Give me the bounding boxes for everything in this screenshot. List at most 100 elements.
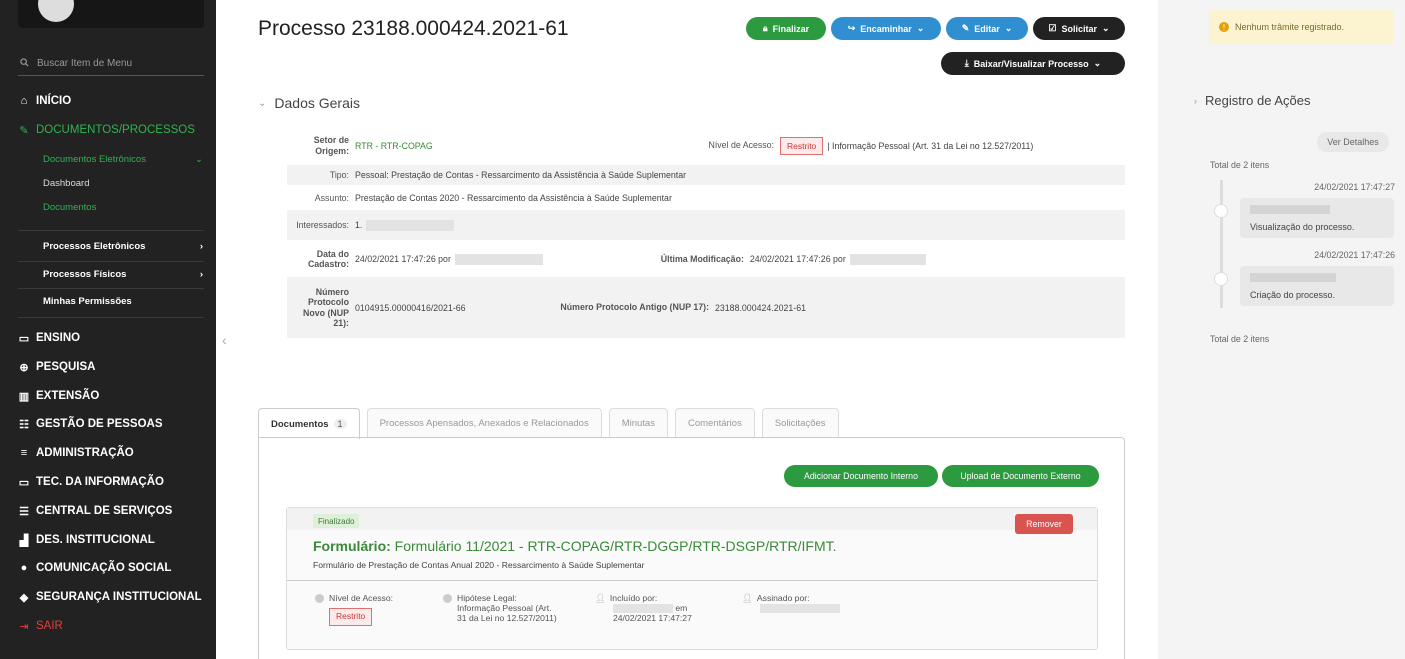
exclamation-icon: ! <box>1219 22 1229 32</box>
ultima-modificacao-value: 24/02/2021 17:47:26 por <box>749 254 846 264</box>
sidebar-item-comunicacao-social[interactable]: ● COMUNICAÇÃO SOCIAL <box>18 562 172 574</box>
meta-nivel-acesso: Nível de Acesso: Restrito <box>315 593 425 626</box>
button-label: Solicitar <box>1061 23 1098 34</box>
redacted-name <box>849 253 926 265</box>
numero-protocolo-antigo-label: Número Protocolo Antigo (NUP 17): <box>560 302 709 313</box>
data-cadastro-label: Data do Cadastro: <box>307 248 349 269</box>
finalizar-button[interactable]: 🔒︎ Finalizar <box>746 17 826 40</box>
row-setor: Setor de Origem: RTR - RTR-COPAG Nível d… <box>287 131 1125 160</box>
globe-icon: ⊕ <box>19 361 29 374</box>
sidebar-item-label: TEC. DA INFORMAÇÃO <box>36 476 164 488</box>
sidebar-sub-documentos[interactable]: Documentos <box>43 202 96 213</box>
sidebar-item-administracao[interactable]: ≡ ADMINISTRAÇÃO <box>18 447 134 459</box>
editar-button[interactable]: ✎ Editar ⌄ <box>946 17 1028 40</box>
row-tipo: Tipo: Pessoal: Prestação de Contas - Res… <box>287 165 1125 185</box>
upload-documento-externo-button[interactable]: Upload de Documento Externo <box>942 465 1099 487</box>
meta-hipotese-legal: Hipótese Legal: Informação Pessoal (Art.… <box>443 593 573 624</box>
dados-gerais-header[interactable]: ⌄ Dados Gerais <box>258 95 360 111</box>
sidebar-item-gestao-pessoas[interactable]: ☷ GESTÃO DE PESSOAS <box>18 418 162 431</box>
sidebar-item-pesquisa[interactable]: ⊕ PESQUISA <box>18 361 95 374</box>
baixar-visualizar-button[interactable]: ⤓ Baixar/Visualizar Processo ⌄ <box>941 52 1125 75</box>
tab-minutas[interactable]: Minutas <box>608 408 668 438</box>
shield-icon: ◆ <box>19 591 29 604</box>
document-title[interactable]: Formulário: Formulário 11/2021 - RTR-COP… <box>313 538 837 554</box>
status-badge: Finalizado <box>313 514 360 528</box>
registro-acoes-header[interactable]: › Registro de Ações <box>1194 93 1311 108</box>
sidebar-item-extensao[interactable]: ▥ EXTENSÃO <box>18 390 99 403</box>
sidebar-sub-dashboard[interactable]: Dashboard <box>43 178 89 189</box>
row-protocolo: Número Protocolo Novo (NUP 21): 0104915.… <box>287 277 1125 338</box>
assunto-label: Assunto: <box>314 192 349 203</box>
user-icon: 👤︎ <box>742 593 753 603</box>
sidebar-item-sair[interactable]: ⇥ SAIR <box>18 620 62 633</box>
total-items: Total de 2 itens <box>1210 160 1270 170</box>
collapse-sidebar-icon[interactable]: ‹ <box>222 332 227 348</box>
sidebar-item-inicio[interactable]: ⌂ INÍCIO <box>18 95 71 107</box>
nivel-value: | Informação Pessoal (Art. 31 da Lei no … <box>827 140 1034 151</box>
user-panel[interactable] <box>18 0 204 28</box>
timeline-dot <box>1214 272 1228 286</box>
meta-value: Informação Pessoal (Art. 31 da Lei no 12… <box>457 602 557 623</box>
sidebar-item-seguranca[interactable]: ◆ SEGURANÇA INSTITUCIONAL <box>18 591 202 604</box>
document-type: Formulário: <box>313 538 391 554</box>
redacted-name <box>613 604 673 614</box>
sidebar-sub-processos-eletronicos[interactable]: Processos Eletrônicos › <box>43 241 203 252</box>
circle-icon <box>315 594 324 604</box>
ver-detalhes-button[interactable]: Ver Detalhes <box>1317 132 1389 152</box>
solicitar-button[interactable]: ☑ Solicitar ⌄ <box>1033 17 1125 40</box>
divider <box>287 580 1097 581</box>
tab-bar: Documentos 1 Processos Apensados, Anexad… <box>258 408 839 439</box>
meta-value: 24/02/2021 17:47:27 <box>613 612 692 623</box>
sidebar-sub-minhas-permissoes[interactable]: Minhas Permissões <box>43 296 203 307</box>
sidebar-item-documentos-processos[interactable]: ✎ DOCUMENTOS/PROCESSOS <box>18 124 195 137</box>
warning-text: Nenhum trâmite registrado. <box>1235 22 1345 32</box>
tab-documentos[interactable]: Documentos 1 <box>258 408 360 439</box>
tab-solicitacoes[interactable]: Solicitações <box>761 408 839 438</box>
interessados-label: Interessados: <box>296 219 349 230</box>
meta-label: Incluído por: <box>609 593 658 603</box>
avatar <box>38 0 74 22</box>
divider <box>18 288 204 289</box>
sidebar-item-des-institucional[interactable]: ▟ DES. INSTITUCIONAL <box>18 534 155 547</box>
timeline-dot <box>1214 204 1228 218</box>
setor-value[interactable]: RTR - RTR-COPAG <box>355 141 685 151</box>
chevron-down-icon: ⌄ <box>258 97 267 109</box>
sidebar-sub-label: Documentos Eletrônicos <box>43 154 146 165</box>
building-icon: ▥ <box>18 390 30 403</box>
assunto-value: Prestação de Contas 2020 - Ressarcimento… <box>355 193 672 203</box>
timeline-text: Criação do processo. <box>1250 290 1336 300</box>
ultima-modificacao-label: Última Modificação: <box>660 253 744 264</box>
button-label: Encaminhar <box>860 23 912 34</box>
button-label: Baixar/Visualizar Processo <box>973 58 1089 69</box>
sidebar-item-label: DES. INSTITUCIONAL <box>36 534 155 546</box>
user-plus-icon: 👤︎ <box>595 593 606 603</box>
numero-protocolo-antigo-value: 23188.000424.2021-61 <box>715 302 806 313</box>
menu-search-input[interactable]: Buscar Item de Menu <box>18 52 204 76</box>
list-icon: ≡ <box>20 447 28 459</box>
setor-label: Setor de Origem: <box>313 135 349 156</box>
sidebar-sub-label: Minhas Permissões <box>43 296 132 307</box>
sidebar-sub-documentos-eletronicos[interactable]: Documentos Eletrônicos ⌄ <box>43 154 203 165</box>
tab-processos-apensados[interactable]: Processos Apensados, Anexados e Relacion… <box>366 408 602 438</box>
count-badge: 1 <box>333 419 347 429</box>
search-placeholder: Buscar Item de Menu <box>37 58 133 69</box>
section-title: Registro de Ações <box>1205 93 1311 108</box>
add-documento-interno-button[interactable]: Adicionar Documento Interno <box>784 465 938 487</box>
right-panel: ! Nenhum trâmite registrado. › Registro … <box>1158 0 1405 659</box>
meta-label: Assinado por: <box>756 593 810 603</box>
chevron-down-icon: ⌄ <box>1004 23 1013 33</box>
sidebar-item-ensino[interactable]: ▭ ENSINO <box>18 332 80 345</box>
chevron-right-icon: › <box>1194 95 1197 106</box>
row-interessados: Interessados: 1. <box>287 210 1125 240</box>
sidebar-sub-label: Processos Físicos <box>43 269 127 280</box>
tab-comentarios[interactable]: Comentários <box>674 408 755 438</box>
timeline-entry: Criação do processo. <box>1240 266 1394 306</box>
sidebar-item-central-servicos[interactable]: ☰ CENTRAL DE SERVIÇOS <box>18 505 172 518</box>
chevron-down-icon: ⌄ <box>1102 23 1110 33</box>
sidebar-item-tec-informacao[interactable]: ▭ TEC. DA INFORMAÇÃO <box>18 476 164 489</box>
encaminhar-button[interactable]: ↪ Encaminhar ⌄ <box>831 17 941 40</box>
sidebar-sub-processos-fisicos[interactable]: Processos Físicos › <box>43 269 203 280</box>
meta-incluido-por: 👤︎ Incluído por: em 24/02/2021 17:47:27 <box>595 593 735 624</box>
list-icon: ☰ <box>19 505 29 518</box>
remove-button[interactable]: Remover <box>1015 514 1073 534</box>
